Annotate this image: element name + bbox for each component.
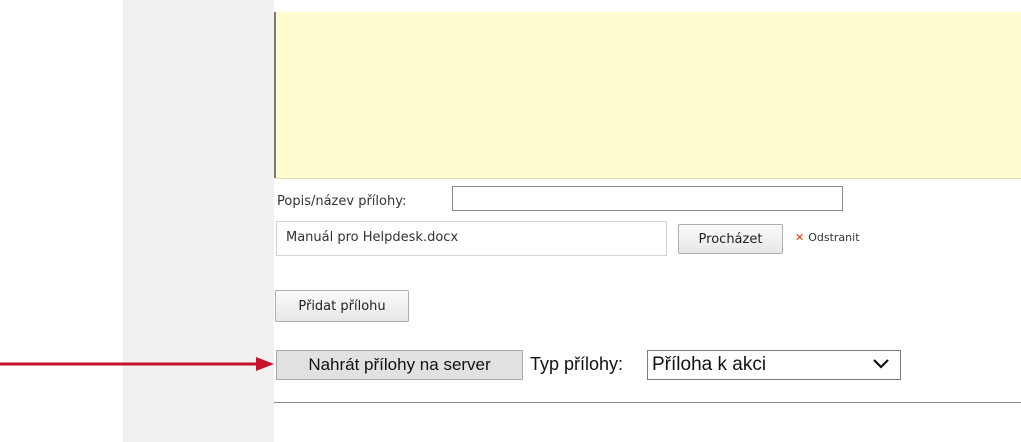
- chevron-down-icon: [873, 359, 889, 369]
- description-label: Popis/název přílohy:: [277, 194, 407, 209]
- rich-text-editor[interactable]: [274, 12, 1021, 179]
- remove-file-label: Odstranit: [808, 231, 860, 244]
- bottom-divider: [274, 402, 1021, 403]
- attachment-type-select[interactable]: Příloha k akci: [647, 350, 901, 380]
- attachment-type-value: Příloha k akci: [652, 354, 767, 375]
- close-x-icon: ✕: [795, 231, 805, 244]
- left-gutter: [123, 0, 274, 442]
- selected-file-field: Manuál pro Helpdesk.docx: [276, 221, 667, 256]
- remove-file-link[interactable]: ✕ Odstranit: [795, 231, 860, 244]
- red-arrow-icon: [0, 357, 274, 371]
- upload-attachments-button[interactable]: Nahrát přílohy na server: [276, 350, 523, 380]
- add-attachment-button[interactable]: Přidat přílohu: [275, 290, 409, 322]
- description-input[interactable]: [452, 186, 843, 211]
- editor-divider: [274, 178, 1021, 179]
- file-name: Manuál pro Helpdesk.docx: [286, 230, 459, 245]
- attachment-type-label: Typ přílohy:: [530, 354, 624, 374]
- browse-button[interactable]: Procházet: [678, 224, 783, 254]
